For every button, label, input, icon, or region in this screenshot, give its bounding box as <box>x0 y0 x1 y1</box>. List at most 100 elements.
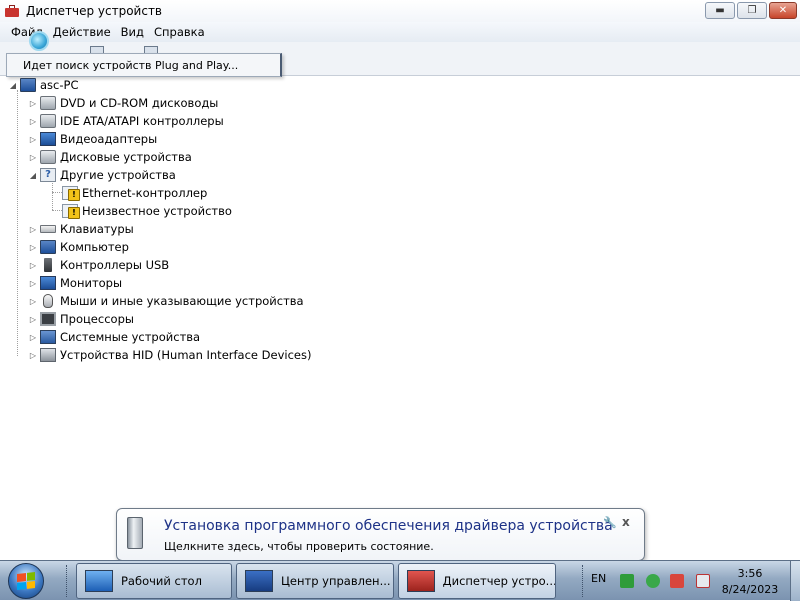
expand-icon[interactable]: ▷ <box>28 243 38 252</box>
expand-icon[interactable]: ▷ <box>28 333 38 342</box>
taskbar-button-network-center[interactable]: Центр управлен... <box>236 563 394 599</box>
expand-icon[interactable]: ▷ <box>28 315 38 324</box>
cpu-icon <box>40 312 56 326</box>
taskbar-button-device-manager[interactable]: Диспетчер устро... <box>398 563 556 599</box>
expand-icon[interactable]: ▷ <box>28 297 38 306</box>
expand-icon[interactable]: ▷ <box>28 225 38 234</box>
device-install-tray-icon[interactable] <box>620 574 634 588</box>
menu-help[interactable]: Справка <box>149 25 210 39</box>
search-status-tooltip: Идет поиск устройств Plug and Play... <box>6 53 282 77</box>
tree-item-label: Мыши и иные указывающие устройства <box>60 294 304 308</box>
computer-icon <box>20 78 36 92</box>
device-manager-icon <box>407 570 435 592</box>
expand-icon[interactable]: ▷ <box>28 99 38 108</box>
keyboard-icon <box>40 225 56 233</box>
network-center-icon <box>245 570 273 592</box>
expand-icon[interactable]: ▷ <box>28 261 38 270</box>
action-center-icon[interactable] <box>646 574 660 588</box>
balloon-text: Щелкните здесь, чтобы проверить состояни… <box>164 540 434 553</box>
warning-device-icon <box>62 204 80 219</box>
tree-item-label: Компьютер <box>60 240 129 254</box>
balloon-title: Установка программного обеспечения драйв… <box>164 518 613 534</box>
collapse-icon[interactable]: ◢ <box>28 171 38 180</box>
tree-item-usb[interactable]: ▷ Контроллеры USB <box>28 256 169 274</box>
hid-icon <box>40 348 56 362</box>
menu-action[interactable]: Действие <box>48 25 116 39</box>
tree-item-ide[interactable]: ▷ IDE ATA/ATAPI контроллеры <box>28 112 224 130</box>
desktop-icon <box>85 570 113 592</box>
close-button[interactable]: ✕ <box>769 2 797 19</box>
tree-item-label: Неизвестное устройство <box>82 204 232 218</box>
monitor-icon <box>40 276 56 290</box>
tree-item-hid[interactable]: ▷ Устройства HID (Human Interface Device… <box>28 346 311 364</box>
taskbar-button-desktop[interactable]: Рабочий стол <box>76 563 232 599</box>
tree-item-computer[interactable]: ▷ Компьютер <box>28 238 129 256</box>
tree-item-label: Системные устройства <box>60 330 201 344</box>
tree-item-monitors[interactable]: ▷ Мониторы <box>28 274 122 292</box>
tree-root[interactable]: ◢ asc-PC <box>8 76 78 94</box>
tree-item-disks[interactable]: ▷ Дисковые устройства <box>28 148 192 166</box>
expand-icon[interactable]: ▷ <box>28 135 38 144</box>
disk-icon <box>40 150 56 164</box>
search-status-text: Идет поиск устройств Plug and Play... <box>23 58 239 72</box>
balloon-close-button[interactable]: x <box>622 515 630 529</box>
video-adapter-icon <box>40 132 56 146</box>
language-indicator[interactable]: EN <box>591 572 606 585</box>
minimize-button[interactable]: ▬ <box>705 2 735 19</box>
usb-icon <box>44 258 52 272</box>
system-device-icon <box>40 330 56 344</box>
tree-item-label: Устройства HID (Human Interface Devices) <box>60 348 312 362</box>
tree-item-label: IDE ATA/ATAPI контроллеры <box>60 114 224 128</box>
balloon-options-icon[interactable]: 🔧 <box>603 516 617 529</box>
clock-time[interactable]: 3:56 <box>718 567 782 580</box>
tree-item-other[interactable]: ◢ ? Другие устройства <box>28 166 176 184</box>
start-button[interactable] <box>8 563 44 599</box>
expand-icon[interactable]: ▷ <box>28 117 38 126</box>
tree-item-label: Клавиатуры <box>60 222 134 236</box>
tree-item-video[interactable]: ▷ Видеоадаптеры <box>28 130 157 148</box>
warning-device-icon <box>62 186 80 201</box>
tree-item-label: Дисковые устройства <box>60 150 192 164</box>
expand-icon[interactable]: ▷ <box>28 153 38 162</box>
driver-install-balloon[interactable]: Установка программного обеспечения драйв… <box>116 508 645 561</box>
tree-item-unknown[interactable]: Неизвестное устройство <box>62 202 232 220</box>
expand-icon[interactable]: ▷ <box>28 279 38 288</box>
taskbar-button-label: Рабочий стол <box>121 574 202 588</box>
menu-bar: Файл Действие Вид Справка <box>0 22 800 42</box>
tree-item-keyboards[interactable]: ▷ Клавиатуры <box>28 220 134 238</box>
tree-item-label: Видеоадаптеры <box>60 132 158 146</box>
network-error-icon[interactable] <box>670 574 684 588</box>
tree-item-cpus[interactable]: ▷ Процессоры <box>28 310 134 328</box>
tree-item-system[interactable]: ▷ Системные устройства <box>28 328 200 346</box>
computer-icon <box>40 240 56 254</box>
device-driver-icon <box>127 517 143 549</box>
window-title: Диспетчер устройств <box>26 4 163 18</box>
mouse-icon <box>43 294 53 308</box>
maximize-button[interactable]: ❐ <box>737 2 767 19</box>
tree-item-label: Контроллеры USB <box>60 258 170 272</box>
tree-root-label: asc-PC <box>40 78 79 92</box>
expand-icon[interactable]: ▷ <box>28 351 38 360</box>
tree-item-label: Мониторы <box>60 276 123 290</box>
taskbar-button-label: Диспетчер устро... <box>442 574 555 588</box>
tree-item-label: DVD и CD-ROM дисководы <box>60 96 219 110</box>
tree-item-dvd[interactable]: ▷ DVD и CD-ROM дисководы <box>28 94 218 112</box>
tree-item-ethernet[interactable]: Ethernet-контроллер <box>62 184 207 202</box>
window-controls: ▬ ❐ ✕ <box>705 2 797 19</box>
drive-icon <box>40 96 56 110</box>
busy-spinner-icon <box>29 31 49 51</box>
show-desktop-button[interactable] <box>790 561 800 601</box>
windows-logo-icon <box>17 572 35 590</box>
clock-date[interactable]: 8/24/2023 <box>718 583 782 596</box>
taskbar: Рабочий стол Центр управлен... Диспетчер… <box>0 560 800 601</box>
device-manager-icon <box>5 5 19 17</box>
tree-item-label: Ethernet-контроллер <box>82 186 208 200</box>
volume-muted-icon[interactable] <box>696 574 710 588</box>
collapse-icon[interactable]: ◢ <box>8 81 18 90</box>
tree-item-label: Другие устройства <box>60 168 176 182</box>
tree-item-mice[interactable]: ▷ Мыши и иные указывающие устройства <box>28 292 304 310</box>
taskbar-button-label: Центр управлен... <box>281 574 391 588</box>
title-bar: Диспетчер устройств ▬ ❐ ✕ <box>0 0 800 22</box>
unknown-device-icon: ? <box>40 168 56 182</box>
menu-view[interactable]: Вид <box>116 25 149 39</box>
